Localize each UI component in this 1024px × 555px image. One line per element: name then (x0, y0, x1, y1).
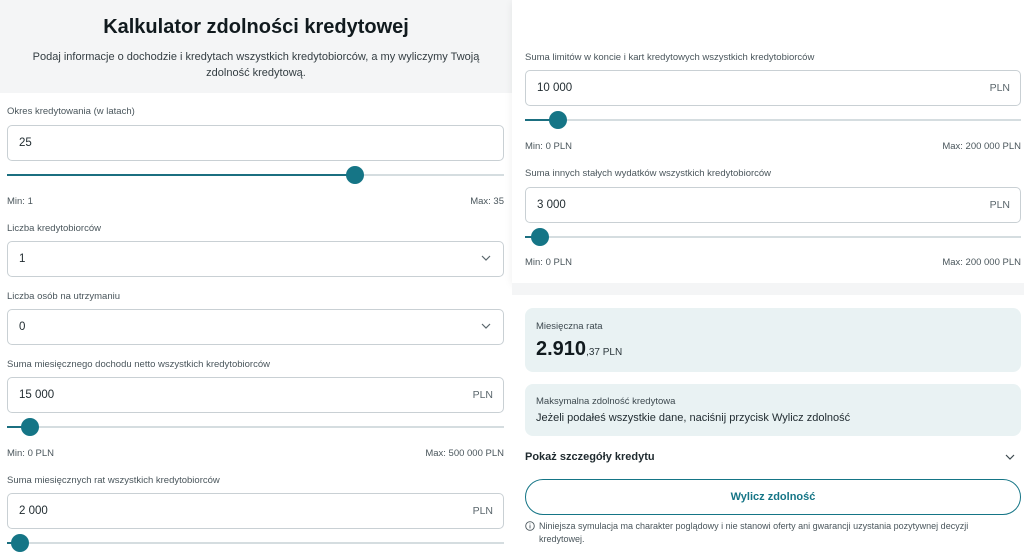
info-icon (525, 521, 535, 531)
max-capacity-label: Maksymalna zdolność kredytowa (536, 396, 676, 407)
chevron-down-icon (481, 323, 491, 329)
dependents-label: Liczba osób na utrzymaniu (7, 291, 121, 302)
show-details-label: Pokaż szczegóły kredytu (525, 451, 655, 463)
borrowers-select[interactable]: 1 (7, 241, 504, 277)
other-expenses-input[interactable]: 3 000 PLN (525, 187, 1021, 223)
other-expenses-label: Suma innych stałych wydatków wszystkich … (525, 168, 772, 179)
card-limits-slider-thumb[interactable] (548, 111, 567, 129)
installments-unit: PLN (472, 505, 493, 517)
installments-input[interactable]: 2 000 PLN (7, 493, 504, 529)
calculate-button[interactable]: Wylicz zdolność (525, 479, 1021, 515)
chevron-down-icon (1005, 454, 1015, 460)
card-limits-label: Suma limitów w koncie i kart kredytowych… (525, 52, 815, 63)
other-expenses-slider[interactable] (525, 228, 1021, 246)
loan-period-min: Min: 1 (7, 196, 33, 207)
loan-period-slider-thumb[interactable] (345, 166, 364, 184)
income-unit: PLN (472, 389, 493, 401)
page-title: Kalkulator zdolności kredytowej (103, 16, 409, 38)
loan-period-input[interactable]: 25 (7, 125, 504, 161)
loan-period-max: Max: 35 (470, 196, 504, 207)
income-slider-thumb[interactable] (20, 418, 39, 436)
card-limits-input[interactable]: 10 000 PLN (525, 70, 1021, 106)
other-expenses-max: Max: 200 000 PLN (942, 257, 1021, 268)
income-slider[interactable] (7, 418, 504, 436)
panel-separator (512, 283, 1024, 295)
borrowers-label: Liczba kredytobiorców (7, 223, 101, 234)
card-limits-value: 10 000 (537, 82, 573, 94)
loan-period-value: 25 (19, 137, 32, 149)
installments-slider-thumb[interactable] (11, 534, 30, 552)
header: Kalkulator zdolności kredytowej Podaj in… (0, 0, 512, 93)
income-input[interactable]: 15 000 PLN (7, 377, 504, 413)
chevron-down-icon (481, 255, 491, 261)
income-label: Suma miesięcznego dochodu netto wszystki… (7, 359, 270, 370)
dependents-select[interactable]: 0 (7, 309, 504, 345)
show-details-toggle[interactable]: Pokaż szczegóły kredytu (525, 445, 1021, 469)
other-expenses-unit: PLN (989, 199, 1010, 211)
income-value: 15 000 (19, 389, 55, 401)
installments-label: Suma miesięcznych rat wszystkich kredyto… (7, 475, 220, 486)
card-limits-min: Min: 0 PLN (525, 141, 572, 152)
card-limits-unit: PLN (989, 82, 1010, 94)
other-expenses-value: 3 000 (537, 199, 566, 211)
monthly-installment-integer: 2.910 (536, 338, 587, 360)
other-expenses-min: Min: 0 PLN (525, 257, 572, 268)
borrowers-value: 1 (19, 253, 26, 265)
loan-period-slider-fill (7, 174, 355, 176)
monthly-installment-card: Miesięczna rata 2.910,37 PLN (525, 308, 1021, 372)
monthly-installment-amount: 2.910,37 PLN (536, 338, 622, 361)
installments-slider[interactable] (7, 534, 504, 552)
installments-value: 2 000 (19, 505, 48, 517)
max-capacity-text: Jeżeli podałeś wszystkie dane, naciśnij … (536, 412, 851, 424)
max-capacity-card: Maksymalna zdolność kredytowa Jeżeli pod… (525, 384, 1021, 436)
monthly-installment-decimal: ,37 PLN (586, 347, 623, 358)
income-min: Min: 0 PLN (7, 448, 54, 459)
disclaimer-text: Niniejsza symulacja ma charakter poglądo… (539, 521, 969, 544)
loan-period-slider[interactable] (7, 166, 504, 184)
card-limits-max: Max: 200 000 PLN (942, 141, 1021, 152)
dependents-value: 0 (19, 321, 26, 333)
loan-period-label: Okres kredytowania (w latach) (7, 106, 135, 117)
income-max: Max: 500 000 PLN (425, 448, 504, 459)
card-limits-slider[interactable] (525, 111, 1021, 129)
monthly-installment-label: Miesięczna rata (536, 321, 603, 332)
page-subtitle: Podaj informacje o dochodzie i kredytach… (32, 51, 480, 79)
